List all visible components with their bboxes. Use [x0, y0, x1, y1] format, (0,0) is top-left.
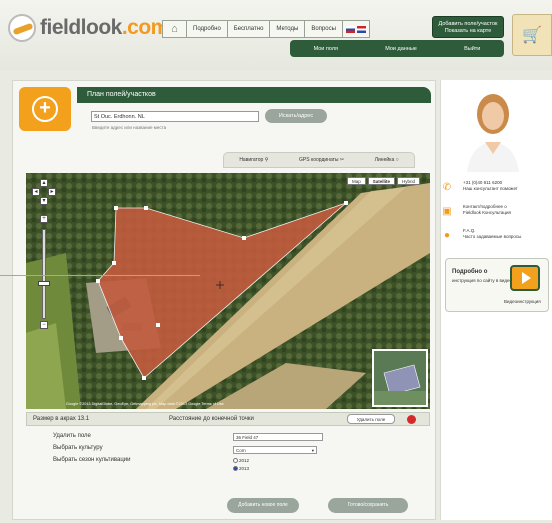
document-icon: ▣	[442, 206, 452, 217]
pan-left-icon[interactable]: ◂	[32, 188, 40, 196]
address-search-button[interactable]: Искать/адрес	[265, 109, 327, 123]
zoom-control: ▴ ◂ ▸ ▾ + −	[32, 179, 56, 329]
map-type-hybrid[interactable]: Hybrid	[396, 177, 420, 185]
season-option-2012[interactable]: 2012	[233, 458, 249, 464]
phone-icon: ✆	[442, 182, 452, 193]
zoom-out-icon[interactable]: −	[40, 321, 48, 329]
tool-ruler[interactable]: Линейка ○	[375, 157, 399, 163]
flag-nl-icon[interactable]	[356, 25, 366, 33]
map-imagery	[26, 173, 430, 409]
nav-item-methods[interactable]: Методы	[270, 21, 306, 37]
faq-link[interactable]: ● F.A.Q. Часто задаваемые вопросы	[441, 228, 552, 242]
video-description: инструкция по сайту в видео	[452, 278, 513, 283]
season-label: Выбрать сезон культивации	[53, 457, 131, 463]
pan-right-icon[interactable]: ▸	[48, 188, 56, 196]
crop-label: Выбрать культуру	[53, 445, 103, 451]
sub-nav: Мои поля Мои данные Выйти	[290, 40, 504, 57]
consultant-avatar	[467, 94, 519, 172]
zoom-in-icon[interactable]: +	[40, 215, 48, 223]
video-label: Видеоинструкция	[504, 299, 541, 304]
satellite-map[interactable]: Map Satellite Hybrid ▴ ◂ ▸ ▾ + − Google …	[26, 173, 430, 409]
season-option-2013[interactable]: 2013	[233, 466, 249, 472]
subnav-my-data[interactable]: Мои данные	[385, 46, 417, 52]
nav-item-details[interactable]: Подробно	[187, 21, 228, 37]
cart-icon[interactable]: 🛒	[512, 14, 552, 56]
save-field-button[interactable]: Готово/сохранить	[328, 498, 408, 513]
field-plan-panel: + План полей/участков St Ouc. Erdhonn. N…	[12, 80, 436, 520]
logo[interactable]: fieldlook.com	[8, 14, 169, 42]
panel-title: План полей/участков	[77, 87, 431, 103]
nav-item-questions[interactable]: Вопросы	[305, 21, 343, 37]
overview-minimap[interactable]	[372, 349, 428, 407]
video-tutorial-box[interactable]: Подробно о инструкция по сайту в видео В…	[445, 258, 549, 312]
field-name-input[interactable]: 36 Field 47	[233, 433, 323, 441]
play-icon[interactable]	[510, 265, 540, 291]
delete-field-button[interactable]: Удалить поле	[347, 414, 395, 424]
record-icon[interactable]	[407, 415, 416, 424]
map-toolbar: Навигатор ⚲ GPS координаты ✂ Линейка ○	[223, 152, 415, 168]
map-type-map[interactable]: Map	[346, 177, 366, 185]
map-type-switch: Map Satellite Hybrid	[346, 177, 420, 185]
search-hint: Введите адрес или название места	[92, 125, 167, 130]
video-title: Подробно о	[452, 269, 488, 275]
pan-up-icon[interactable]: ▴	[40, 179, 48, 187]
plus-icon: +	[32, 96, 58, 122]
logo-text: fieldlook	[40, 16, 122, 39]
zoom-slider-handle[interactable]	[38, 281, 50, 286]
add-new-field-button[interactable]: Добавить новое поле	[227, 498, 299, 513]
address-search-input[interactable]: St Ouc. Erdhonn. NL	[91, 111, 259, 122]
field-size-readout: Размер в акрах 13.1	[33, 416, 90, 422]
home-icon[interactable]: ⌂	[163, 21, 187, 37]
contact-link[interactable]: ▣ Контакт/подробнее о Fieldlook Консульта…	[441, 204, 552, 218]
distance-readout: Расстояние до конечной точки	[169, 416, 254, 422]
top-nav: ⌂ Подробно Бесплатно Методы Вопросы	[162, 20, 370, 38]
map-copyright: Google ©2013 DigitalGlobe, GeoEye, Getma…	[66, 402, 224, 406]
add-panel-badge: +	[19, 87, 71, 131]
field-name-label: Удалить поле	[53, 433, 91, 439]
nav-item-free[interactable]: Бесплатно	[228, 21, 271, 37]
tool-gps[interactable]: GPS координаты ✂	[299, 157, 344, 163]
phone-contact[interactable]: ✆ +31 (0)40 811 6200 Наш консультант помо…	[441, 180, 552, 194]
annotation-leader-line	[0, 275, 200, 276]
add-field-button[interactable]: Добавить поле/участок Показать на карте	[432, 16, 504, 38]
header: fieldlook.com ⌂ Подробно Бесплатно Метод…	[0, 0, 552, 70]
logo-icon	[8, 14, 36, 42]
subnav-my-fields[interactable]: Мои поля	[314, 46, 338, 52]
subnav-logout[interactable]: Выйти	[464, 46, 480, 52]
tool-navigator[interactable]: Навигатор ⚲	[239, 157, 268, 163]
sidebar: ✆ +31 (0)40 811 6200 Наш консультант помо…	[440, 80, 552, 520]
flag-ru-icon[interactable]	[345, 25, 355, 33]
info-icon: ●	[443, 230, 451, 241]
crop-select[interactable]: Corn ▾	[233, 446, 317, 454]
map-status-bar: Размер в акрах 13.1 Расстояние до конечн…	[26, 412, 430, 426]
chevron-down-icon: ▾	[311, 448, 314, 453]
map-type-satellite[interactable]: Satellite	[367, 177, 395, 185]
language-flags	[343, 21, 369, 37]
pan-down-icon[interactable]: ▾	[40, 197, 48, 205]
zoom-slider[interactable]	[42, 229, 46, 319]
